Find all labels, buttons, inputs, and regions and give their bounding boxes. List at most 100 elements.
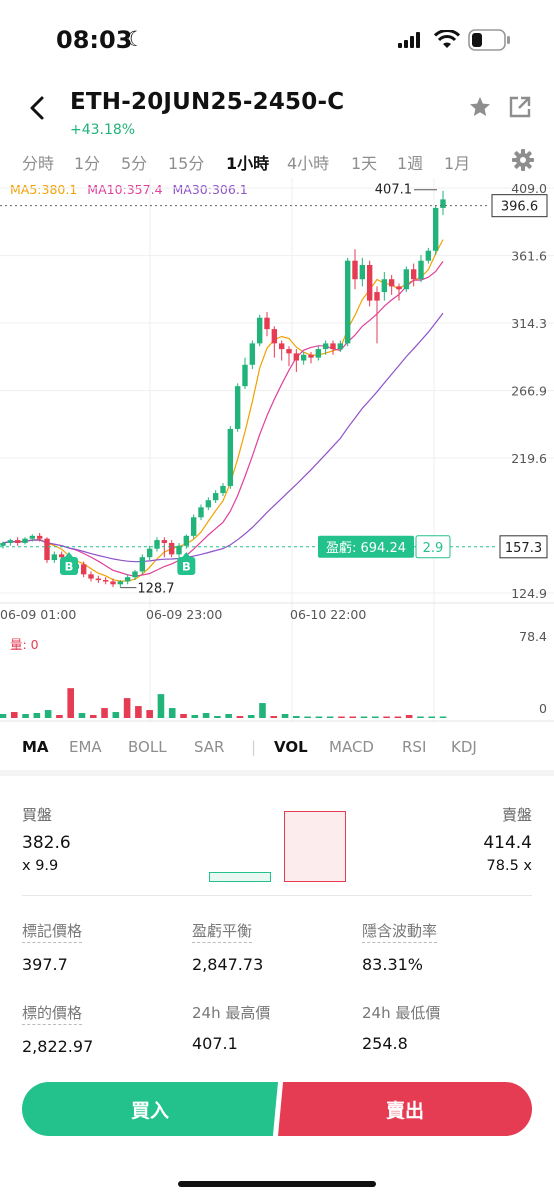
- tab-timeframe-active[interactable]: 1小時: [226, 150, 269, 174]
- tab-indicator-kdj[interactable]: KDJ: [451, 738, 477, 756]
- pnl-label: 盈虧: 694.24: [326, 540, 406, 556]
- candle-body: [234, 386, 241, 429]
- tab-timeframe[interactable]: 5分: [121, 150, 147, 174]
- status-time: 08:03: [56, 26, 133, 54]
- volume-bar: [338, 716, 345, 718]
- x-axis-label: 06-09 23:00: [146, 607, 222, 622]
- share-icon[interactable]: [508, 95, 532, 119]
- volume-bar: [123, 698, 131, 718]
- candle-body: [410, 269, 417, 280]
- tab-timeframe[interactable]: 4小時: [287, 150, 329, 174]
- candle-body: [403, 269, 410, 290]
- ask-size: 78.5 x: [486, 858, 532, 874]
- tab-timeframe[interactable]: 15分: [168, 150, 204, 174]
- volume-label: 量: 0: [10, 637, 39, 652]
- ask-label: 賣盤: [501, 806, 532, 824]
- candle-body: [381, 279, 388, 293]
- tab-indicator-boll[interactable]: BOLL: [128, 738, 167, 756]
- volume-bar: [67, 688, 74, 718]
- buy-marker-label: B: [65, 560, 74, 574]
- candle-body: [14, 540, 21, 543]
- candle-body: [205, 500, 212, 508]
- candle-body: [7, 540, 14, 543]
- stat-label-mark-price: 標記價格: [22, 920, 83, 943]
- volume-bar: [44, 710, 52, 718]
- candle-body: [139, 557, 146, 572]
- volume-bar: [394, 716, 402, 718]
- candle-body: [300, 354, 307, 361]
- candlestick-chart[interactable]: 409.0 361.6 314.3 266.9 219.6 124.9 06-09 01:…: [0, 178, 554, 723]
- candle-body: [80, 564, 87, 575]
- chart-overlays: 396.6 407.1 128.7 盈虧: 694.24 2.9 157.3 B B: [0, 183, 548, 597]
- candle-body: [183, 535, 190, 546]
- candle-body: [388, 279, 395, 287]
- stat-value-implied-volatility: 83.31%: [362, 955, 424, 974]
- price-change: +43.18%: [70, 122, 136, 138]
- tab-timeframe[interactable]: 分時: [22, 150, 54, 174]
- stat-value-24h-low: 254.8: [362, 1034, 408, 1053]
- candle-body: [190, 517, 197, 536]
- tab-indicator-ma[interactable]: MA: [22, 738, 49, 756]
- volume-bar: [293, 716, 300, 718]
- tab-indicator-ema[interactable]: EMA: [69, 738, 102, 756]
- candle-body: [154, 540, 160, 549]
- back-icon[interactable]: [24, 94, 52, 122]
- tab-indicator-vol[interactable]: VOL: [274, 738, 308, 756]
- ask-price[interactable]: 414.4: [483, 833, 532, 853]
- candle-body: [366, 264, 373, 301]
- timeframe-tabs: 分時 1分 5分 15分 1小時 4小時 1天 1週 1月: [0, 149, 554, 174]
- candle-body: [322, 343, 329, 350]
- y-tick-label: 361.6: [511, 249, 547, 264]
- volume-bar: [33, 713, 41, 718]
- candle-body: [161, 540, 168, 543]
- tab-indicator-rsi[interactable]: RSI: [402, 738, 426, 756]
- status-bar: 08:03 ☾: [0, 0, 554, 84]
- cellular-signal-icon: [398, 32, 420, 48]
- stat-value-mark-price: 397.7: [22, 955, 68, 974]
- sell-button[interactable]: 賣出: [278, 1082, 532, 1136]
- volume-bar: [78, 713, 86, 718]
- volume-bar: [259, 703, 266, 718]
- stat-label-breakeven: 盈虧平衡: [192, 920, 253, 943]
- candle-body: [227, 428, 234, 486]
- volume-bar: [405, 715, 413, 718]
- candle-body: [440, 199, 446, 208]
- stat-label-underlying-price: 標的價格: [22, 1002, 83, 1025]
- x-axis-label: 06-10 22:00: [290, 607, 366, 622]
- tab-indicator-sar[interactable]: SAR: [194, 738, 224, 756]
- candle-body: [168, 542, 175, 555]
- candle-body: [418, 260, 424, 280]
- candle-body: [110, 581, 116, 585]
- tab-timeframe[interactable]: 1分: [74, 150, 100, 174]
- bid-price[interactable]: 382.6: [22, 833, 71, 853]
- stat-value-24h-high: 407.1: [192, 1034, 238, 1053]
- buy-button[interactable]: 買入: [22, 1082, 278, 1136]
- volume-bar: [315, 716, 323, 718]
- candle-body: [278, 343, 285, 350]
- tab-indicator-macd[interactable]: MACD: [329, 738, 374, 756]
- candle-body: [36, 535, 43, 539]
- volume-bar: [214, 716, 221, 718]
- stat-value-breakeven: 2,847.73: [192, 955, 264, 974]
- battery-icon: [468, 29, 510, 51]
- volume-bar: [439, 716, 447, 718]
- candle-body: [198, 507, 204, 518]
- volume-bar: [417, 716, 424, 718]
- high-marker-label: 407.1: [375, 183, 412, 198]
- favorite-star-icon[interactable]: [468, 95, 492, 119]
- candle-body: [132, 571, 138, 578]
- volume-bars: 78.4 0 量: 0: [0, 629, 547, 718]
- page-title: ETH-20JUN25-2450-C: [70, 89, 345, 115]
- gear-icon[interactable]: [512, 149, 534, 171]
- volume-bar: [112, 712, 120, 718]
- tab-timeframe[interactable]: 1天: [351, 150, 377, 174]
- ma30-line: [2, 312, 444, 563]
- tab-timeframe[interactable]: 1月: [444, 150, 470, 174]
- candle-body: [286, 349, 292, 354]
- y-tick-label: 314.3: [511, 316, 547, 331]
- candle-body: [242, 364, 248, 387]
- candle-body: [352, 260, 358, 280]
- volume-bar: [236, 716, 244, 718]
- tab-timeframe[interactable]: 1週: [397, 150, 423, 174]
- volume-bar: [202, 713, 210, 718]
